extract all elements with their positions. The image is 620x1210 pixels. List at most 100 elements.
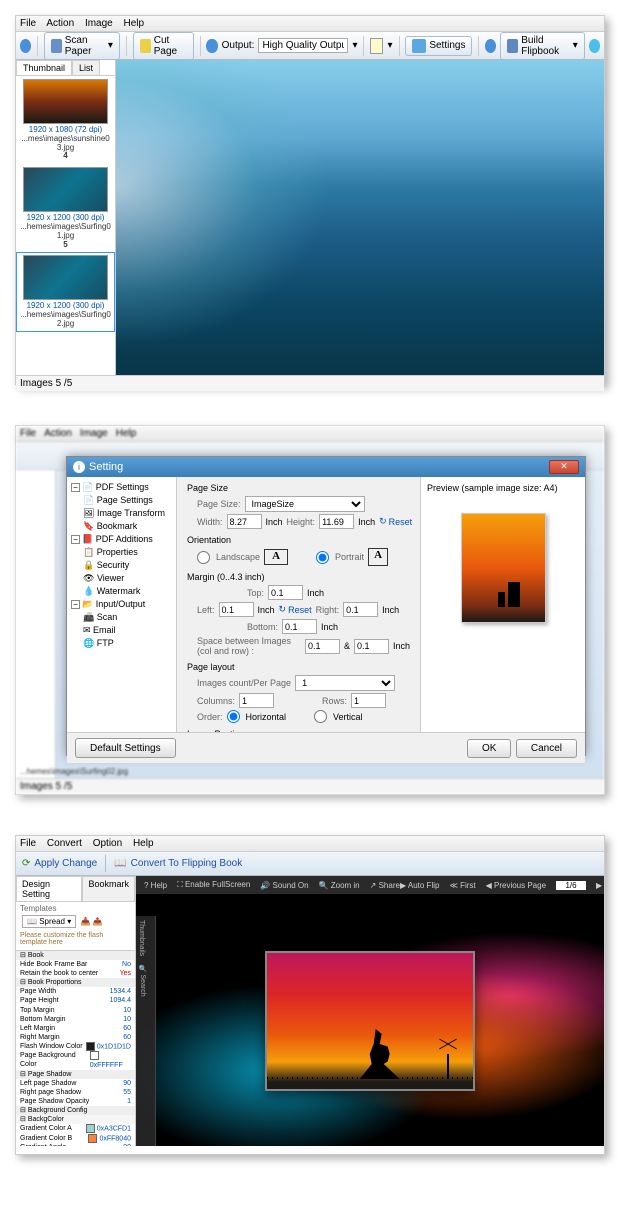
- reset-margin-button[interactable]: ↻ Reset: [279, 604, 312, 615]
- rows-input[interactable]: [351, 693, 386, 708]
- tree-group-pdf-settings[interactable]: −📄 PDF Settings: [69, 481, 174, 494]
- template-select[interactable]: 📖 Spread ▾: [22, 915, 76, 928]
- templates-label: Templates: [20, 904, 131, 913]
- margin-left-input[interactable]: [219, 602, 254, 617]
- image-viewer: [116, 60, 604, 375]
- columns-input[interactable]: [239, 693, 274, 708]
- settings-form: Page Size Page Size:ImageSize Width:Inch…: [177, 477, 420, 732]
- settings-dialog-window: FileActionImageHelp ...hemes\images\Surf…: [15, 425, 605, 795]
- menu-image[interactable]: Image: [85, 18, 113, 29]
- tree-item-security[interactable]: 🔒 Security: [69, 559, 174, 572]
- ok-button[interactable]: OK: [467, 739, 511, 758]
- menu-file[interactable]: File: [20, 18, 36, 29]
- info-icon[interactable]: [206, 39, 217, 53]
- next-page-button[interactable]: ▶ Next Page: [596, 881, 604, 890]
- tree-group-pdf-additions[interactable]: −📕 PDF Additions: [69, 533, 174, 546]
- page-size-select[interactable]: ImageSize: [245, 496, 365, 512]
- autoflip-button[interactable]: ▶ Auto Flip: [400, 881, 440, 890]
- reset-button[interactable]: ↻ Reset: [379, 516, 412, 527]
- margin-top-input[interactable]: [268, 585, 303, 600]
- tree-item-bookmark[interactable]: 🔖 Bookmark: [69, 520, 174, 533]
- landscape-radio[interactable]: [197, 551, 210, 564]
- chevron-down-icon[interactable]: ▾: [387, 40, 392, 51]
- toolbar: ⟳Apply Change 📖Convert To Flipping Book: [16, 852, 604, 876]
- flipbook-preview[interactable]: [265, 951, 475, 1091]
- chevron-down-icon[interactable]: ▾: [352, 40, 357, 51]
- width-input[interactable]: [227, 514, 262, 529]
- color-swatch[interactable]: [370, 38, 383, 54]
- stage-canvas: Thumbnails 🔍 Search: [136, 896, 604, 1146]
- tab-list[interactable]: List: [72, 60, 100, 75]
- order-horizontal-radio[interactable]: [227, 710, 240, 723]
- tree-group-input-output[interactable]: −📂 Input/Output: [69, 598, 174, 611]
- apply-change-button[interactable]: ⟳Apply Change: [22, 855, 97, 872]
- dialog-titlebar: iSetting ✕: [67, 457, 585, 477]
- thumbnail-item[interactable]: 1920 x 1200 (300 dpi)...hemes\images\Sur…: [16, 252, 115, 331]
- import-icon[interactable]: 📥: [80, 917, 90, 926]
- convert-button[interactable]: 📖Convert To Flipping Book: [114, 855, 242, 872]
- default-settings-button[interactable]: Default Settings: [75, 738, 176, 758]
- tab-bookmark[interactable]: Bookmark: [82, 876, 135, 901]
- refresh-icon: ⟳: [22, 858, 30, 869]
- height-input[interactable]: [319, 514, 354, 529]
- fullscreen-button[interactable]: ⛶ Enable FullScreen: [177, 880, 250, 890]
- tab-design-setting[interactable]: Design Setting: [16, 876, 82, 901]
- tree-item-ftp[interactable]: 🌐 FTP: [69, 637, 174, 650]
- status-bar: Images 5 /5: [16, 375, 604, 391]
- margin-bottom-input[interactable]: [282, 619, 317, 634]
- menu-convert[interactable]: Convert: [47, 838, 82, 849]
- info-icon[interactable]: [20, 39, 31, 53]
- customize-hint: Please customize the flash template here: [20, 932, 131, 946]
- tree-item-page-settings[interactable]: 📄 Page Settings: [69, 494, 174, 507]
- order-vertical-radio[interactable]: [314, 710, 327, 723]
- group-page-size: Page Size: [187, 483, 410, 493]
- stage-side-panel[interactable]: Thumbnails 🔍 Search: [136, 916, 156, 1146]
- cut-page-button[interactable]: Cut Page: [133, 32, 194, 60]
- menu-help[interactable]: Help: [133, 838, 154, 849]
- build-flipbook-button[interactable]: Build Flipbook▾: [500, 32, 584, 60]
- preview-pane: Preview (sample image size: A4): [420, 477, 585, 732]
- settings-button[interactable]: Settings: [405, 36, 472, 56]
- share-button[interactable]: ↗ Share: [370, 881, 400, 890]
- prev-page-button[interactable]: ◀ Previous Page: [486, 881, 546, 890]
- info-icon[interactable]: [485, 39, 496, 53]
- menu-file[interactable]: File: [20, 838, 36, 849]
- help-icon[interactable]: [589, 39, 600, 53]
- export-icon[interactable]: 📤: [93, 917, 103, 926]
- tree-item-viewer[interactable]: 👁 Viewer: [69, 572, 174, 585]
- tree-item-properties[interactable]: 📋 Properties: [69, 546, 174, 559]
- tree-item-watermark[interactable]: 💧 Watermark: [69, 585, 174, 598]
- thumbnails-tab[interactable]: Thumbnails: [136, 916, 147, 960]
- sound-button[interactable]: 🔊 Sound On: [260, 881, 308, 890]
- thumbnail-item[interactable]: 1920 x 1080 (72 dpi)...mes\images\sunshi…: [16, 76, 115, 164]
- tree-item-scan[interactable]: 📠 Scan: [69, 611, 174, 624]
- thumbnail-panel: Thumbnail List 1920 x 1080 (72 dpi)...me…: [16, 60, 116, 375]
- zoom-button[interactable]: 🔍 Zoom in: [319, 881, 360, 890]
- scan-paper-button[interactable]: Scan Paper▾: [44, 32, 120, 60]
- help-button[interactable]: ? Help: [144, 881, 167, 890]
- cancel-button[interactable]: Cancel: [516, 739, 577, 758]
- tree-item-email[interactable]: ✉ Email: [69, 624, 174, 637]
- tab-thumbnail[interactable]: Thumbnail: [16, 60, 72, 75]
- close-button[interactable]: ✕: [549, 460, 579, 474]
- group-orientation: Orientation: [187, 535, 410, 545]
- margin-right-input[interactable]: [343, 602, 378, 617]
- images-per-page-select[interactable]: 1: [295, 675, 395, 691]
- portrait-radio[interactable]: [316, 551, 329, 564]
- first-page-button[interactable]: ≪ First: [449, 881, 475, 890]
- menu-option[interactable]: Option: [93, 838, 122, 849]
- page-input[interactable]: [556, 881, 586, 890]
- menu-action[interactable]: Action: [46, 18, 74, 29]
- book-icon: 📖: [114, 858, 126, 869]
- menu-help[interactable]: Help: [124, 18, 145, 29]
- thumbnail-item[interactable]: 1920 x 1200 (300 dpi)...hemes\images\Sur…: [16, 164, 115, 252]
- space-row-input[interactable]: [354, 639, 389, 654]
- group-margin: Margin (0..4.3 inch): [187, 572, 410, 582]
- space-col-input[interactable]: [305, 639, 340, 654]
- tree-item-image-transform[interactable]: 🖼 Image Transform: [69, 507, 174, 520]
- cut-icon: [140, 39, 151, 53]
- dialog-title: Setting: [89, 461, 123, 473]
- search-tab[interactable]: 🔍 Search: [136, 960, 148, 1001]
- output-quality-select[interactable]: [258, 38, 348, 53]
- settings-tree: −📄 PDF Settings 📄 Page Settings 🖼 Image …: [67, 477, 177, 732]
